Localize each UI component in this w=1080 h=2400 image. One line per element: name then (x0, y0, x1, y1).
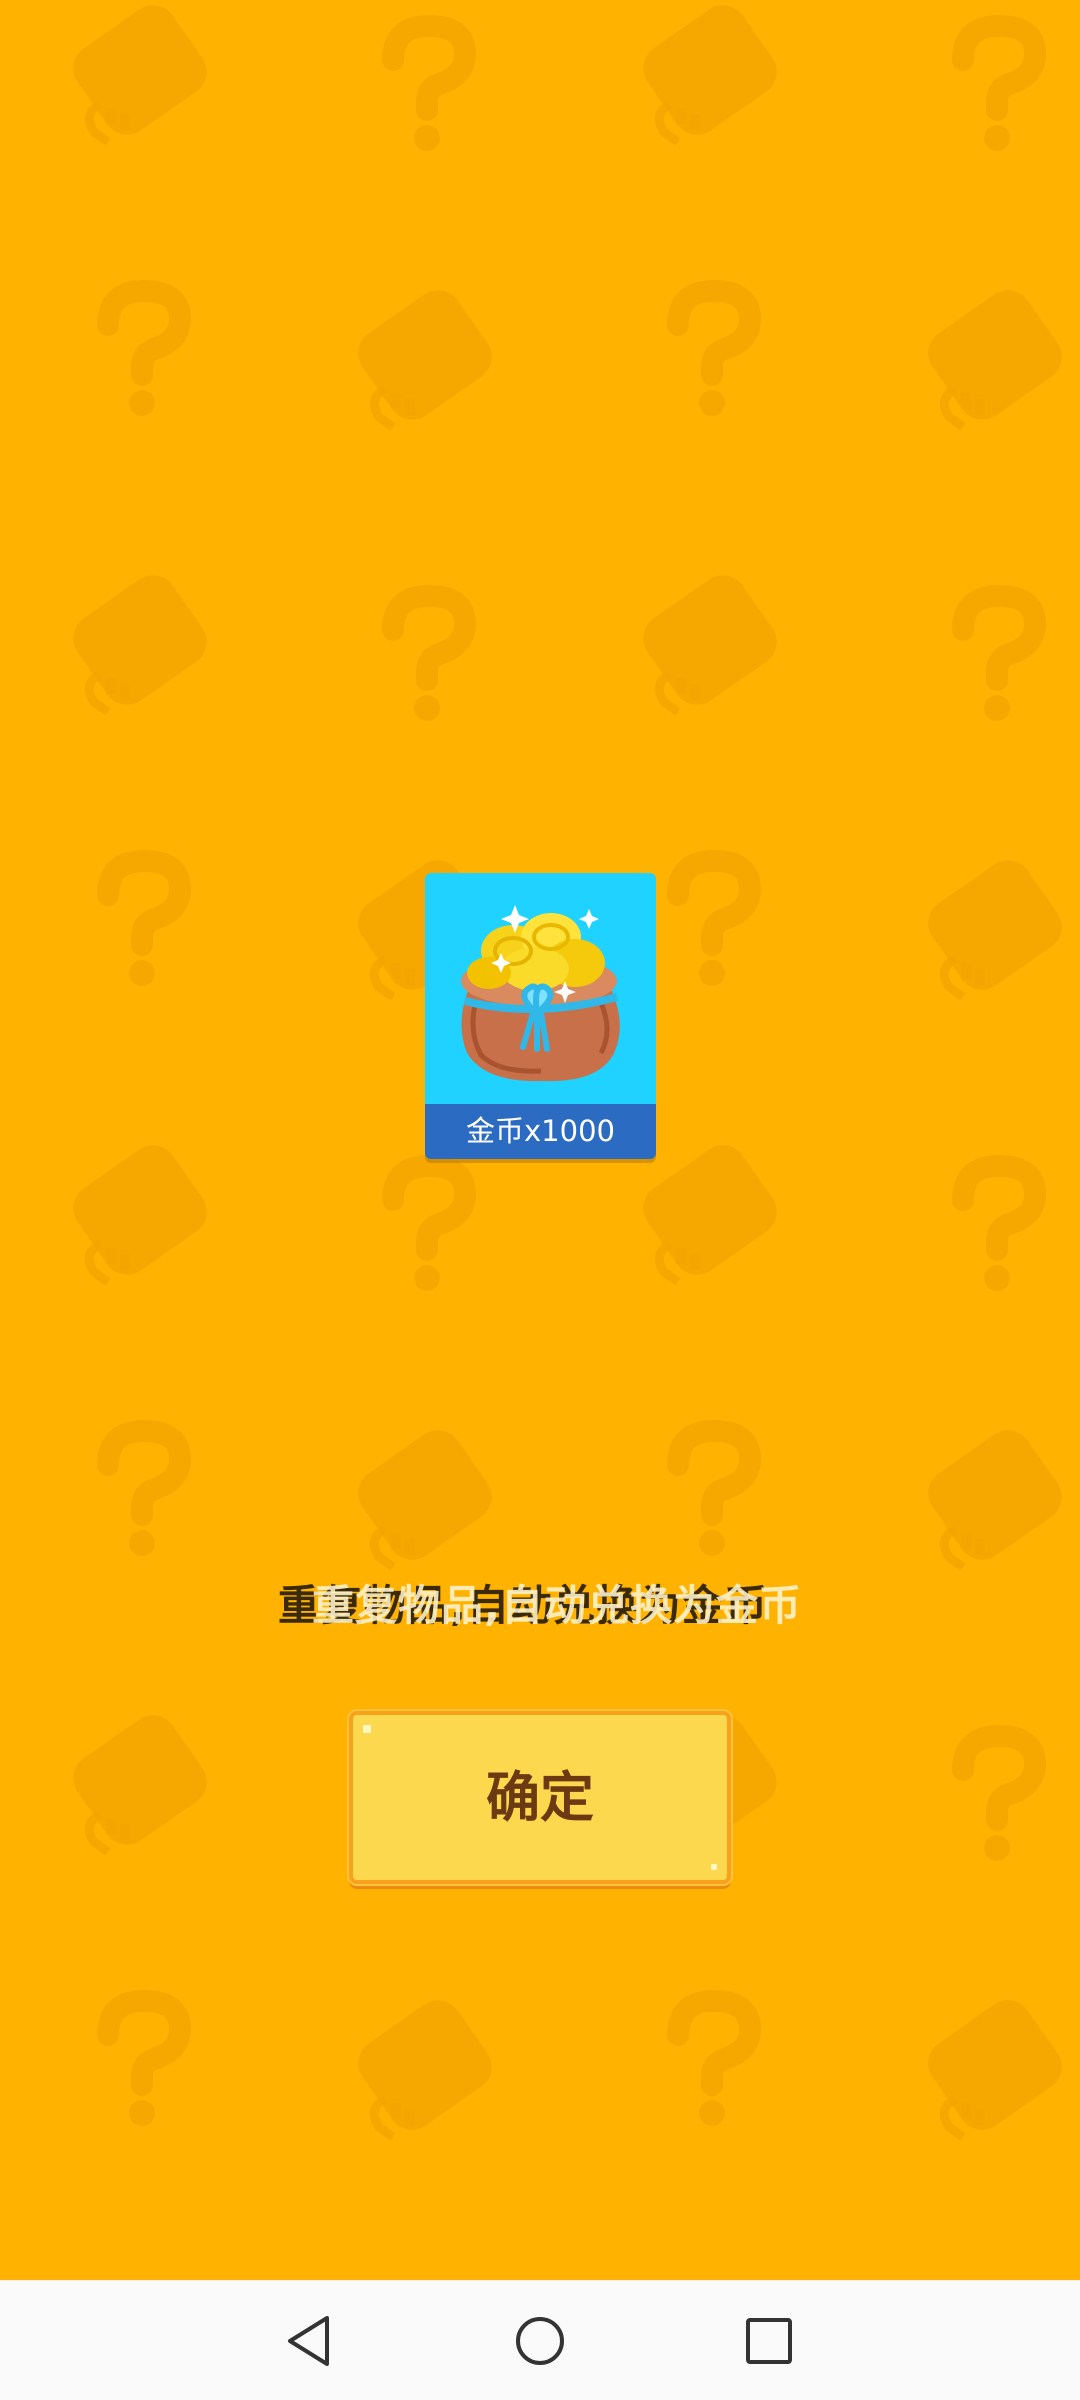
back-triangle-icon (288, 2316, 329, 2366)
recents-square-icon (746, 2318, 792, 2364)
reward-popup-background: 金币x1000 重复物品,自动兑换为金币 重复物品,自动兑换为金币 确定 (0, 0, 1080, 2280)
confirm-button[interactable]: 确定 (349, 1711, 731, 1884)
duplicate-item-message: 重复物品,自动兑换为金币 重复物品,自动兑换为金币 (0, 1576, 1080, 1636)
nav-home-button[interactable] (502, 2303, 578, 2379)
confirm-button-label: 确定 (486, 1766, 594, 1829)
coin-bag-icon (461, 905, 620, 1082)
system-nav-bar (0, 2280, 1080, 2400)
screen: 金币x1000 重复物品,自动兑换为金币 重复物品,自动兑换为金币 确定 (0, 0, 1080, 2400)
reward-caption: 金币x1000 (425, 1104, 656, 1159)
home-circle-icon (516, 2317, 564, 2365)
message-text: 重复物品,自动兑换为金币 (312, 1581, 802, 1630)
nav-back-button[interactable] (271, 2303, 347, 2379)
nav-recents-button[interactable] (731, 2303, 807, 2379)
reward-card: 金币x1000 (425, 873, 656, 1159)
